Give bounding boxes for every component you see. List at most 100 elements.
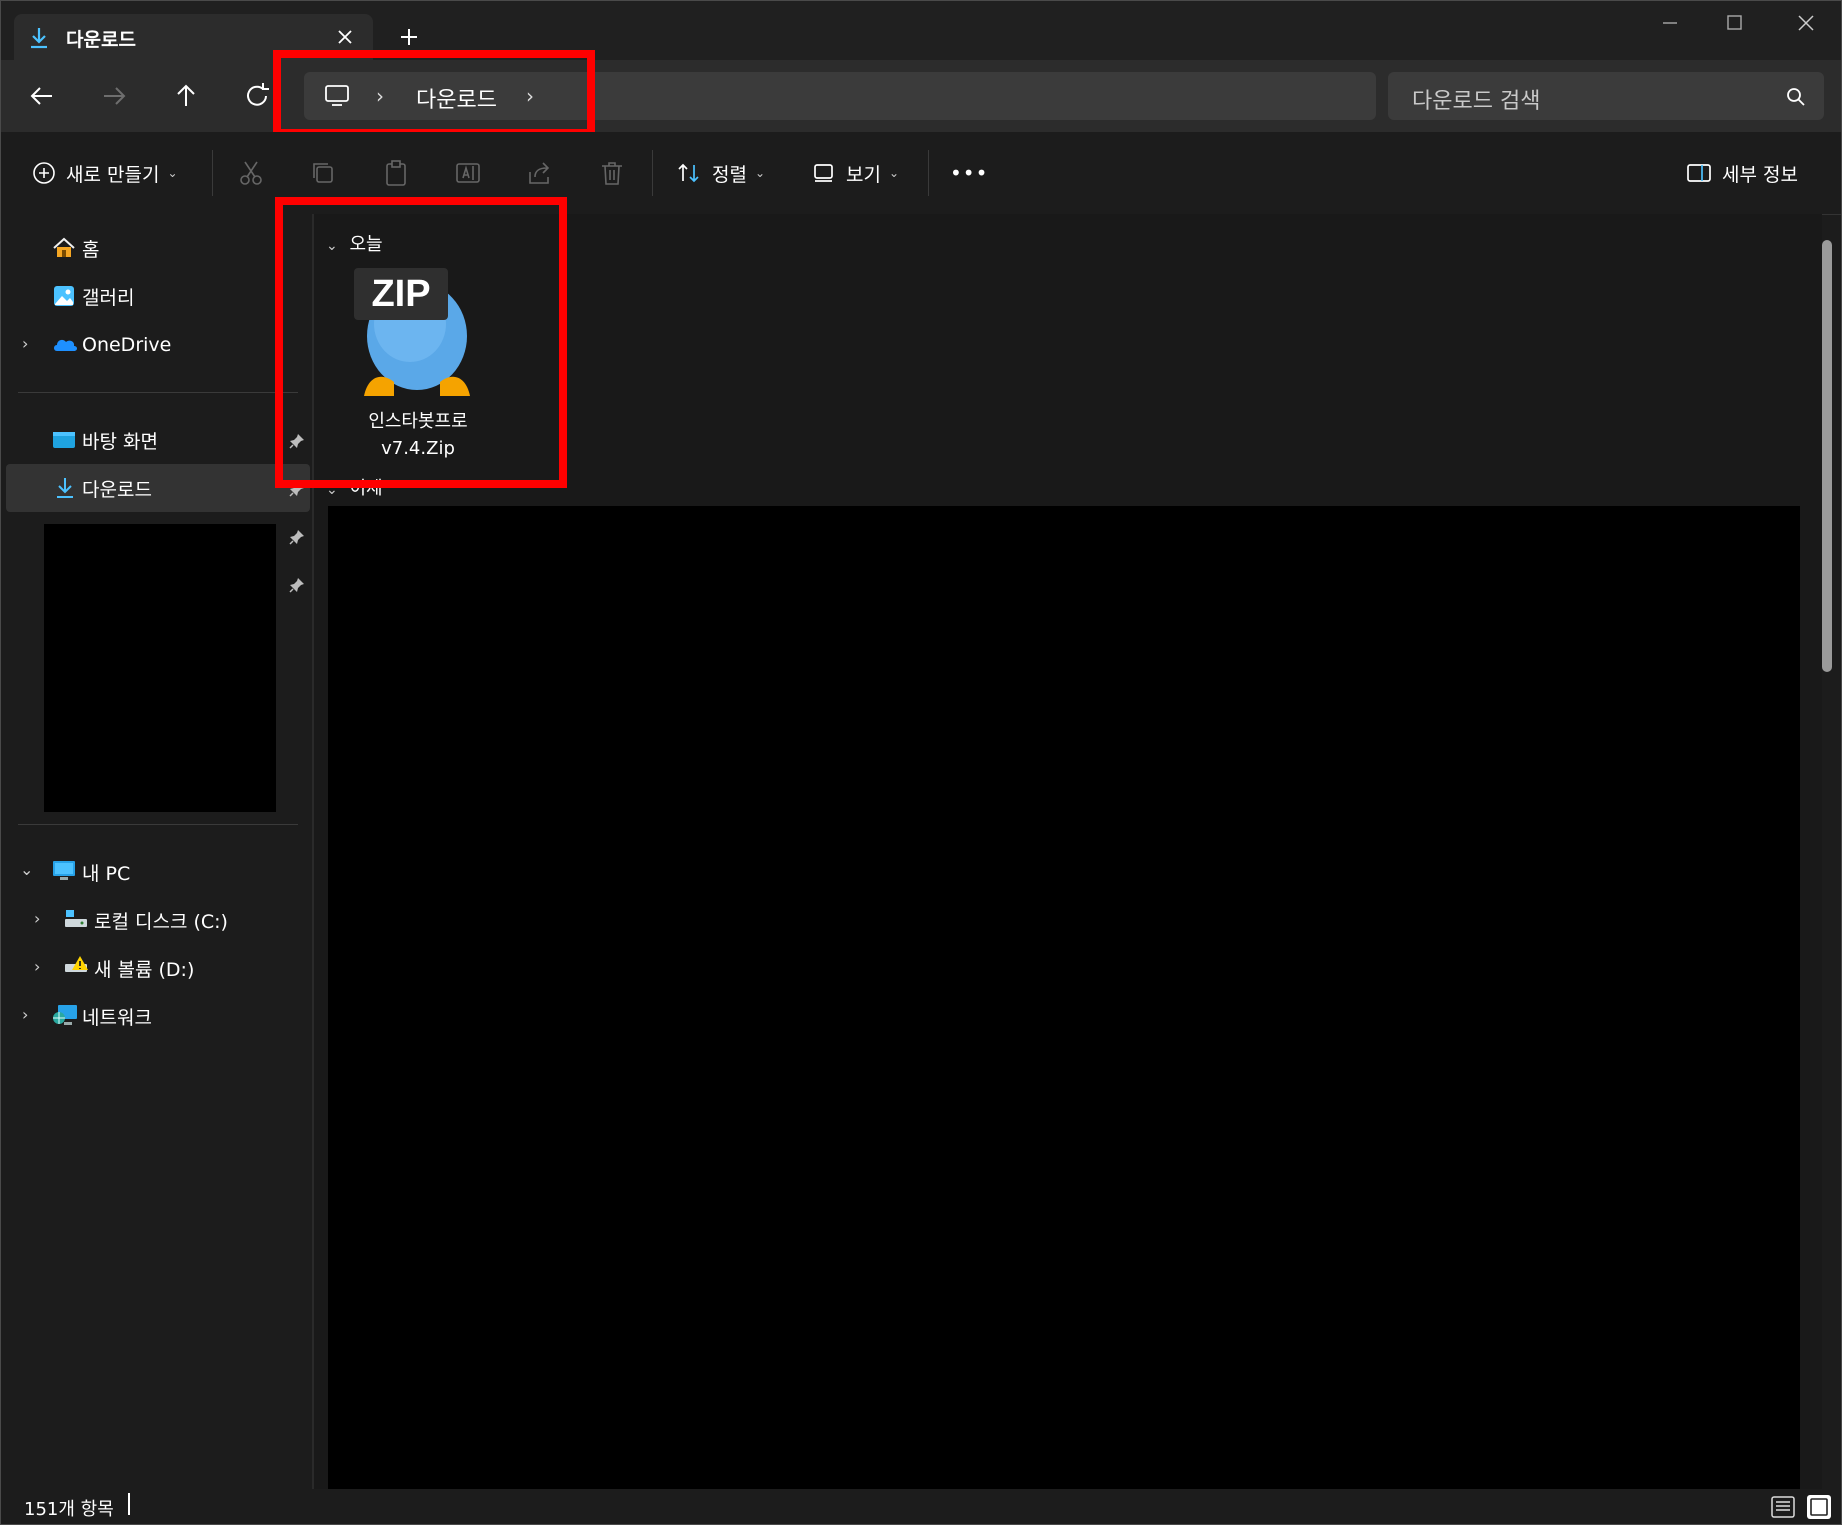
breadcrumb-separator[interactable]: › bbox=[526, 84, 534, 108]
svg-text:ZIP: ZIP bbox=[371, 273, 430, 315]
view-label: 보기 bbox=[846, 163, 881, 186]
network-icon bbox=[52, 1004, 78, 1028]
tab-downloads[interactable]: 다운로드 bbox=[14, 14, 373, 60]
share-icon[interactable] bbox=[525, 158, 555, 188]
group-header-label: 이제 bbox=[349, 478, 383, 499]
chevron-right-icon[interactable]: › bbox=[34, 909, 40, 928]
search-icon[interactable] bbox=[1786, 87, 1806, 107]
sidebar-item-label: 내 PC bbox=[82, 862, 131, 885]
sort-icon bbox=[676, 161, 702, 185]
pin-icon[interactable] bbox=[288, 432, 306, 450]
vertical-scrollbar[interactable] bbox=[1822, 240, 1832, 672]
chevron-down-icon: ⌄ bbox=[167, 166, 178, 180]
cut-icon[interactable] bbox=[236, 158, 266, 188]
pin-icon[interactable] bbox=[288, 480, 306, 498]
details-pane-button[interactable]: 세부 정보 bbox=[1686, 155, 1798, 191]
command-bar bbox=[0, 132, 1842, 215]
file-name-label[interactable]: 인스타봇프로 v7.4.Zip bbox=[340, 408, 496, 462]
sidebar-item-gallery[interactable]: 갤러리 bbox=[0, 276, 312, 316]
paste-icon[interactable] bbox=[381, 158, 411, 188]
divider bbox=[928, 150, 929, 196]
sidebar-item-label: 로컬 디스크 (C:) bbox=[94, 910, 228, 933]
delete-icon[interactable] bbox=[597, 158, 627, 188]
sidebar-item-label: 홈 bbox=[82, 238, 100, 261]
sidebar-divider bbox=[18, 392, 298, 393]
breadcrumb-downloads[interactable]: 다운로드 bbox=[416, 82, 497, 114]
sidebar-item-label: 바탕 화면 bbox=[82, 430, 158, 453]
chevron-down-icon: ⌄ bbox=[754, 166, 766, 180]
new-tab-button[interactable] bbox=[392, 20, 426, 54]
group-header-earlier[interactable]: ⌄ 이제 bbox=[326, 474, 383, 500]
sort-label: 정렬 bbox=[712, 163, 747, 186]
large-icons-view-button[interactable] bbox=[1806, 1494, 1832, 1520]
group-header-label: 오늘 bbox=[349, 234, 383, 255]
divider bbox=[212, 150, 213, 196]
close-window-button[interactable] bbox=[1786, 10, 1826, 36]
sidebar-item-downloads[interactable]: 다운로드 bbox=[0, 468, 312, 508]
sidebar-item-onedrive[interactable]: › OneDrive bbox=[0, 325, 312, 365]
close-tab-icon[interactable] bbox=[332, 24, 358, 50]
breadcrumb-separator[interactable]: › bbox=[376, 84, 384, 108]
this-pc-icon[interactable] bbox=[324, 84, 350, 108]
minimize-button[interactable] bbox=[1650, 10, 1690, 36]
details-pane-icon bbox=[1686, 162, 1712, 184]
chevron-down-icon: ⌄ bbox=[326, 238, 338, 254]
divider bbox=[652, 150, 653, 196]
details-view-button[interactable] bbox=[1770, 1494, 1796, 1520]
view-button[interactable]: 보기 ⌄ bbox=[812, 155, 899, 191]
pin-icon[interactable] bbox=[288, 528, 306, 546]
sidebar-item-label: 새 볼륨 (D:) bbox=[94, 958, 195, 981]
item-count: 151개 항목 bbox=[24, 1499, 114, 1520]
this-pc-icon bbox=[52, 860, 76, 882]
back-button[interactable] bbox=[22, 78, 62, 114]
more-options-button[interactable]: ••• bbox=[950, 155, 988, 191]
more-icon: ••• bbox=[950, 161, 989, 185]
chevron-down-icon[interactable]: ⌄ bbox=[20, 860, 33, 879]
sidebar-item-label: OneDrive bbox=[82, 334, 172, 356]
status-bar: 151개 항목 bbox=[0, 1489, 1842, 1525]
redacted-area bbox=[44, 524, 276, 812]
copy-icon[interactable] bbox=[308, 158, 338, 188]
address-bar[interactable]: › 다운로드 › bbox=[304, 72, 1376, 120]
file-name-line2: v7.4.Zip bbox=[381, 438, 455, 459]
sidebar-item-label: 네트워크 bbox=[82, 1006, 152, 1029]
sort-button[interactable]: 정렬 ⌄ bbox=[676, 155, 765, 191]
refresh-button[interactable] bbox=[238, 78, 278, 114]
group-header-today[interactable]: ⌄ 오늘 bbox=[326, 230, 383, 256]
download-icon bbox=[28, 26, 50, 50]
rename-icon[interactable] bbox=[453, 158, 483, 188]
up-button[interactable] bbox=[166, 78, 206, 114]
sidebar-item-local-disk[interactable]: › 로컬 디스크 (C:) bbox=[0, 900, 312, 940]
download-icon bbox=[54, 476, 76, 500]
view-icon bbox=[812, 162, 836, 184]
sidebar-item-desktop[interactable]: 바탕 화면 bbox=[0, 420, 312, 460]
home-icon bbox=[52, 236, 76, 260]
desktop-folder-icon bbox=[52, 430, 76, 450]
volume-icon bbox=[64, 954, 90, 980]
chevron-right-icon[interactable]: › bbox=[34, 957, 40, 976]
new-button[interactable]: 새로 만들기 ⌄ bbox=[32, 155, 178, 191]
sidebar-item-label: 다운로드 bbox=[82, 478, 152, 501]
search-box[interactable]: 다운로드 검색 bbox=[1388, 72, 1824, 120]
tab-title: 다운로드 bbox=[66, 29, 136, 51]
redacted-area bbox=[328, 506, 1800, 1489]
sidebar-item-network[interactable]: › 네트워크 bbox=[0, 996, 312, 1036]
chevron-right-icon[interactable]: › bbox=[22, 1005, 28, 1024]
zip-file-icon[interactable]: ZIP bbox=[350, 266, 486, 402]
maximize-button[interactable] bbox=[1714, 10, 1754, 36]
chevron-down-icon: ⌄ bbox=[326, 482, 338, 498]
forward-button[interactable] bbox=[94, 78, 134, 114]
file-name-line1: 인스타봇프로 bbox=[368, 411, 468, 432]
local-disk-icon bbox=[64, 908, 88, 930]
search-placeholder[interactable]: 다운로드 검색 bbox=[1412, 83, 1540, 115]
sidebar-item-volume-d[interactable]: › 새 볼륨 (D:) bbox=[0, 948, 312, 988]
onedrive-icon bbox=[52, 335, 78, 353]
chevron-right-icon[interactable]: › bbox=[22, 334, 28, 353]
status-divider bbox=[128, 1493, 130, 1515]
pin-icon[interactable] bbox=[288, 576, 306, 594]
new-button-label: 새로 만들기 bbox=[66, 163, 160, 186]
sidebar-item-this-pc[interactable]: ⌄ 내 PC bbox=[0, 852, 312, 892]
plus-circle-icon bbox=[32, 161, 56, 185]
gallery-icon bbox=[52, 284, 76, 308]
sidebar-item-home[interactable]: 홈 bbox=[0, 228, 312, 268]
